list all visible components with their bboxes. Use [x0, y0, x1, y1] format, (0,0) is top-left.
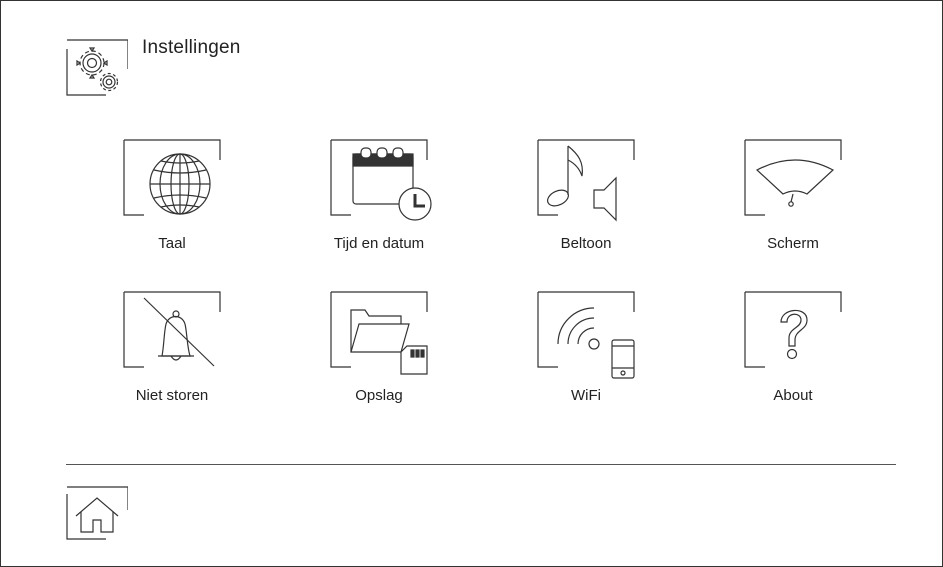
page-title: Instellingen — [142, 37, 241, 58]
menu-item-label: WiFi — [571, 387, 601, 404]
menu-item-taal[interactable]: Taal — [117, 140, 227, 266]
menu-item-about[interactable]: About — [738, 292, 848, 418]
question-mark-icon — [745, 292, 841, 372]
screen-frame — [0, 0, 943, 567]
home-icon[interactable] — [66, 486, 128, 540]
menu-item-label: Niet storen — [135, 387, 209, 404]
folder-sdcard-icon — [331, 292, 427, 372]
bell-muted-icon — [124, 292, 220, 372]
menu-item-label: Beltoon — [560, 235, 612, 252]
screen-brightness-gauge-icon — [745, 140, 841, 220]
music-note-speaker-icon — [538, 140, 634, 220]
globe-icon — [124, 140, 220, 220]
menu-item-niet-storen[interactable]: Niet storen — [117, 292, 227, 418]
menu-item-opslag[interactable]: Opslag — [324, 292, 434, 418]
footer-divider — [66, 464, 896, 465]
calendar-clock-icon — [331, 140, 427, 220]
wifi-phone-icon — [538, 292, 634, 372]
menu-item-tijd-en-datum[interactable]: Tijd en datum — [324, 140, 434, 266]
menu-item-wifi[interactable]: WiFi — [531, 292, 641, 418]
menu-item-scherm[interactable]: Scherm — [738, 140, 848, 266]
menu-item-label: About — [773, 387, 813, 404]
settings-gears-icon[interactable] — [66, 39, 128, 97]
menu-item-label: Tijd en datum — [333, 235, 425, 252]
menu-item-label: Opslag — [355, 387, 403, 404]
menu-item-beltoon[interactable]: Beltoon — [531, 140, 641, 266]
menu-item-label: Taal — [158, 235, 186, 252]
menu-item-label: Scherm — [767, 235, 819, 252]
